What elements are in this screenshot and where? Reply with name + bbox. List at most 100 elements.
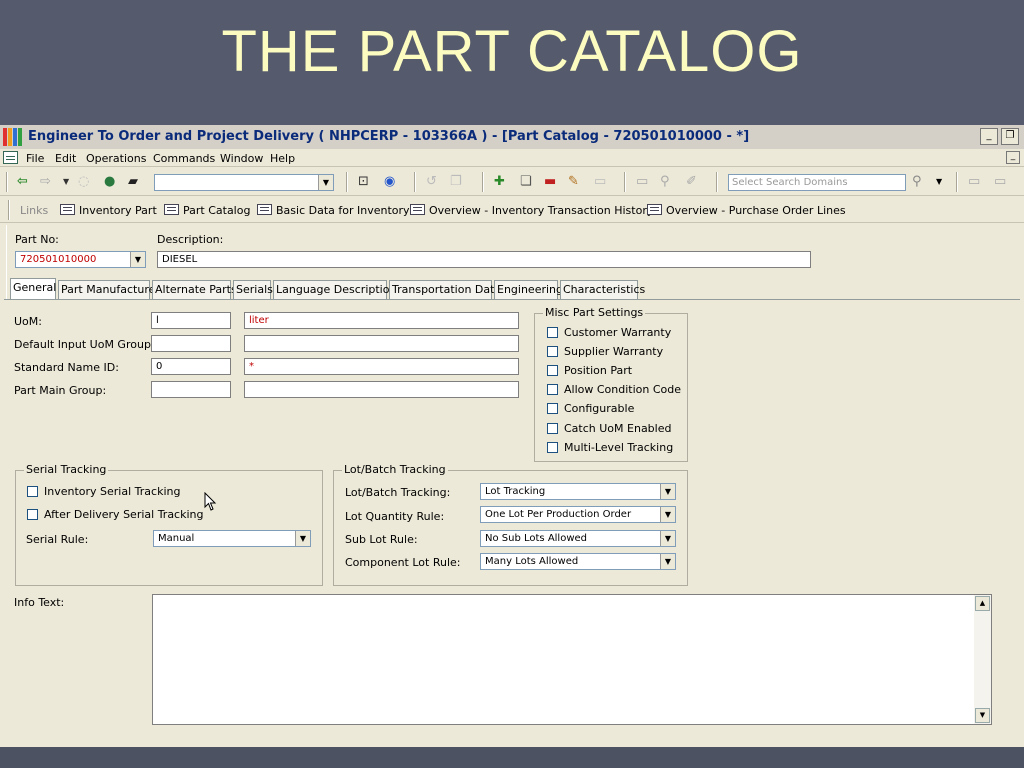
checkbox-icon[interactable] [547,423,558,434]
tab-general[interactable]: General [10,278,56,299]
general-tab-panel: UoM: l liter Default Input UoM Group: St… [4,299,1020,747]
chevron-down-icon[interactable]: ▼ [660,507,675,522]
serial-rule-label: Serial Rule: [26,533,89,546]
tab-transportation-data[interactable]: Transportation Data [389,280,501,299]
chevron-down-icon[interactable]: ▼ [660,531,675,546]
mdi-minimize-button[interactable]: _ [1006,151,1020,164]
checkbox-icon[interactable] [547,403,558,414]
navigation-combo[interactable]: ▼ [154,174,334,191]
link-part-catalog[interactable]: Part Catalog [164,204,250,217]
uom-field[interactable]: l [151,312,231,329]
sub-lot-rule-select[interactable]: No Sub Lots Allowed ▼ [480,530,676,547]
refresh-icon[interactable]: ◌ [78,174,89,190]
default-input-uom-description-field[interactable] [244,335,519,352]
standard-name-description-field[interactable]: * [244,358,519,375]
lot-batch-tracking-select[interactable]: Lot Tracking ▼ [480,483,676,500]
checkbox-icon[interactable] [547,346,558,357]
checkbox-icon[interactable] [547,327,558,338]
window-titlebar[interactable]: Engineer To Order and Project Delivery (… [0,125,1024,149]
link-overview-purchase-order-lines[interactable]: Overview - Purchase Order Lines [647,204,846,217]
restore-button[interactable]: ❐ [1001,128,1019,145]
scroll-up-icon[interactable]: ▲ [975,596,990,611]
menu-operations[interactable]: Operations [86,152,146,165]
checkbox-icon[interactable] [27,509,38,520]
help-icon[interactable]: ◉ [384,174,395,190]
chevron-down-icon[interactable]: ▼ [318,175,333,190]
uom-label: UoM: [14,315,42,328]
checkbox-label: Multi-Level Tracking [564,441,674,454]
undo-icon[interactable]: ↺ [426,174,437,190]
catch-uom-enabled-checkbox[interactable]: Catch UoM Enabled [547,422,671,435]
checkbox-icon[interactable] [547,442,558,453]
info-text-area[interactable]: ▲ ▼ [152,594,992,725]
back-icon[interactable]: ⇦ [17,174,28,190]
search-icon[interactable]: ⚲ [912,174,922,190]
link-basic-data-inventory[interactable]: Basic Data for Inventory [257,204,410,217]
expand-icon[interactable]: ▭ [968,174,980,190]
car-icon[interactable]: ▰ [128,174,138,190]
part-main-group-description-field[interactable] [244,381,519,398]
zoom-icon[interactable]: ⚲ [660,174,670,190]
chevron-down-icon[interactable]: ▼ [130,252,145,267]
edit-icon[interactable]: ✐ [686,174,697,190]
chevron-down-icon[interactable]: ▼ [660,554,675,569]
menu-commands[interactable]: Commands [153,152,215,165]
standard-name-id-label: Standard Name ID: [14,361,119,374]
new-icon[interactable]: ✚ [494,174,505,190]
position-part-checkbox[interactable]: Position Part [547,364,632,377]
scroll-down-icon[interactable]: ▼ [975,708,990,723]
component-lot-rule-select[interactable]: Many Lots Allowed ▼ [480,553,676,570]
window-icon [410,204,425,215]
app-window: Engineer To Order and Project Delivery (… [0,125,1024,747]
checkbox-icon[interactable] [547,384,558,395]
search-dropdown-icon[interactable]: ▼ [936,174,942,190]
clear-icon[interactable]: ✎ [568,174,579,190]
forward-icon[interactable]: ⇨ [40,174,51,190]
checkbox-icon[interactable] [547,365,558,376]
checkbox-icon[interactable] [27,486,38,497]
copy-icon[interactable]: ❐ [450,174,462,190]
document-icon[interactable] [3,151,18,164]
duplicate-icon[interactable]: ❏ [520,174,532,190]
multi-level-tracking-checkbox[interactable]: Multi-Level Tracking [547,441,673,454]
customer-warranty-checkbox[interactable]: Customer Warranty [547,326,671,339]
menu-window[interactable]: Window [220,152,263,165]
menu-edit[interactable]: Edit [55,152,76,165]
serial-rule-select[interactable]: Manual ▼ [153,530,311,547]
lot-quantity-rule-select[interactable]: One Lot Per Production Order ▼ [480,506,676,523]
default-input-uom-field[interactable] [151,335,231,352]
save-icon[interactable]: ▭ [594,174,606,190]
collapse-icon[interactable]: ▭ [994,174,1006,190]
part-main-group-field[interactable] [151,381,231,398]
after-delivery-serial-tracking-checkbox[interactable]: After Delivery Serial Tracking [27,508,203,521]
info-text-scrollbar[interactable]: ▲ ▼ [974,595,991,724]
part-no-field[interactable]: 720501010000 ▼ [15,251,146,268]
chevron-down-icon[interactable]: ▼ [660,484,675,499]
allow-condition-code-checkbox[interactable]: Allow Condition Code [547,383,681,396]
minimize-button[interactable]: _ [980,128,998,145]
tab-alternate-parts[interactable]: Alternate Parts [152,280,237,299]
supplier-warranty-checkbox[interactable]: Supplier Warranty [547,345,663,358]
tab-language-description[interactable]: Language Description [273,280,396,299]
uom-description-field[interactable]: liter [244,312,519,329]
inventory-serial-tracking-checkbox[interactable]: Inventory Serial Tracking [27,485,180,498]
delete-icon[interactable]: ▬ [544,174,556,190]
lot-batch-tracking-title: Lot/Batch Tracking [342,463,448,476]
populate-icon[interactable]: ● [104,174,115,190]
prev-record-icon[interactable]: ⊡ [358,174,369,190]
print-icon[interactable]: ▭ [636,174,648,190]
standard-name-id-field[interactable]: 0 [151,358,231,375]
chevron-down-icon[interactable]: ▼ [295,531,310,546]
history-dropdown-icon[interactable]: ▼ [63,174,69,190]
tab-part-manufacturer[interactable]: Part Manufacturer [58,280,160,299]
description-field[interactable]: DIESEL [157,251,811,268]
menu-file[interactable]: File [26,152,44,165]
tab-engineering[interactable]: Engineering [494,280,563,299]
link-inventory-part[interactable]: Inventory Part [60,204,157,217]
configurable-checkbox[interactable]: Configurable [547,402,634,415]
search-domains-input[interactable]: Select Search Domains [728,174,906,191]
tab-serials[interactable]: Serials [233,280,273,299]
tab-characteristics[interactable]: Characteristics [560,280,645,299]
menu-help[interactable]: Help [270,152,295,165]
link-overview-inventory-transactions[interactable]: Overview - Inventory Transaction History [410,204,653,217]
